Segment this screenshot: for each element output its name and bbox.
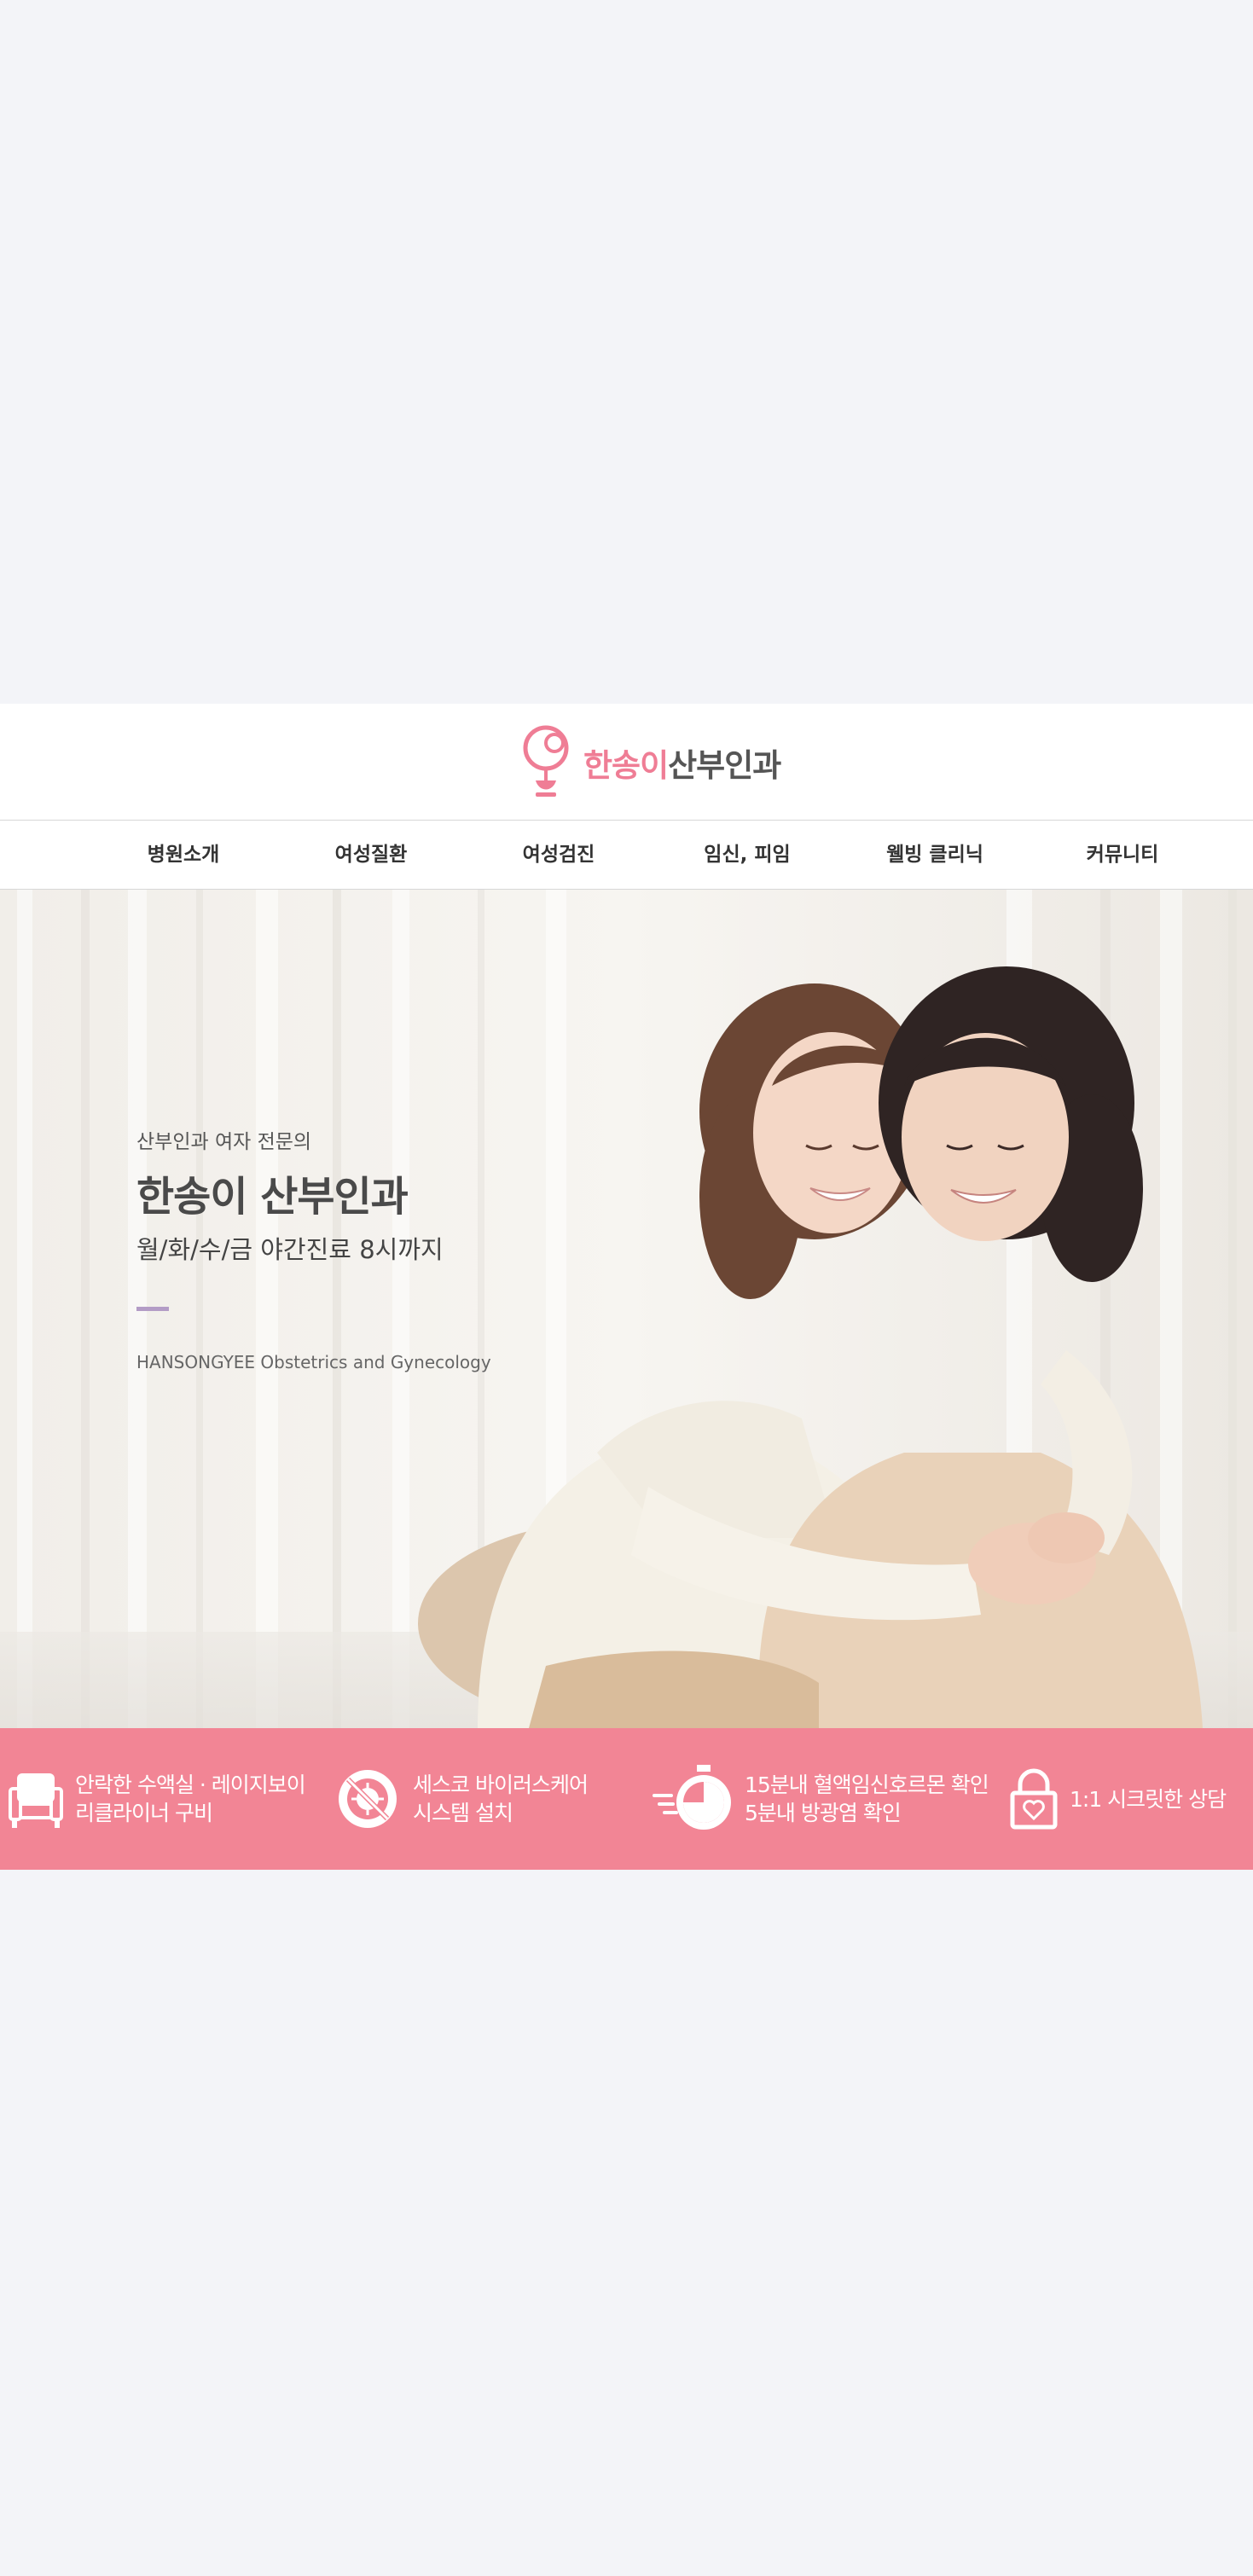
flower-logo-icon: [523, 725, 569, 797]
feature-line1: 안락한 수액실 · 레이지보이: [75, 1772, 306, 1797]
nav-item-pregnancy[interactable]: 임신, 피임: [662, 821, 832, 889]
hero-photo: [0, 890, 1253, 1728]
feature-recliner[interactable]: 안락한 수액실 · 레이지보이 리클라이너 구비: [9, 1728, 306, 1870]
feature-text: 1:1 시크릿한 상담: [1070, 1785, 1227, 1813]
feature-text: 안락한 수액실 · 레이지보이 리클라이너 구비: [75, 1771, 306, 1827]
logo-text-gray: 산부인과: [668, 747, 781, 784]
logo-text-pink: 한송이: [583, 747, 669, 784]
feature-line1: 15분내 혈액임신호르몬 확인: [745, 1772, 989, 1797]
feature-virus-care[interactable]: 세스코 바이러스케어 시스템 설치: [334, 1728, 589, 1870]
hero-banner: 산부인과 여자 전문의 한송이 산부인과 월/화/수/금 야간진료 8시까지 H…: [0, 890, 1253, 1728]
feature-text: 15분내 혈액임신호르몬 확인 5분내 방광염 확인: [745, 1771, 989, 1827]
feature-secret-counsel[interactable]: 1:1 시크릿한 상담: [1010, 1728, 1227, 1870]
hero-title: 한송이 산부인과: [136, 1173, 409, 1221]
feature-line1: 1:1 시크릿한 상담: [1070, 1786, 1227, 1812]
feature-line1: 세스코 바이러스케어: [413, 1772, 589, 1797]
stopwatch-icon: [653, 1765, 731, 1830]
nav-item-female-diseases[interactable]: 여성질환: [286, 821, 456, 889]
main-nav: 병원소개 여성질환 여성검진 임신, 피임 웰빙 클리닉 커뮤니티: [0, 821, 1253, 890]
nav-item-about[interactable]: 병원소개: [98, 821, 269, 889]
hero-divider: [136, 1307, 169, 1311]
armchair-icon: [9, 1773, 63, 1828]
site-header: 한송이산부인과: [0, 704, 1253, 821]
heart-lock-icon: [1010, 1768, 1058, 1830]
hero-english-name: HANSONGYEE Obstetrics and Gynecology: [136, 1352, 491, 1372]
logo-text: 한송이산부인과: [583, 740, 781, 786]
feature-bar: 안락한 수액실 · 레이지보이 리클라이너 구비 세스코 바이러스케어 시스템 …: [0, 1728, 1253, 1870]
hero-subtitle: 산부인과 여자 전문의: [136, 1131, 312, 1153]
feature-fast-tests[interactable]: 15분내 혈액임신호르몬 확인 5분내 방광염 확인: [653, 1728, 989, 1870]
nav-item-female-checkup[interactable]: 여성검진: [473, 821, 644, 889]
no-virus-icon: [339, 1770, 397, 1828]
feature-line2: 시스템 설치: [413, 1801, 513, 1825]
feature-line2: 5분내 방광염 확인: [745, 1801, 902, 1825]
hero-night-hours: 월/화/수/금 야간진료 8시까지: [136, 1235, 444, 1264]
nav-item-community[interactable]: 커뮤니티: [1037, 821, 1208, 889]
page: 한송이산부인과 병원소개 여성질환 여성검진 임신, 피임 웰빙 클리닉 커뮤니…: [0, 0, 1253, 2576]
hospital-logo[interactable]: 한송이산부인과: [520, 724, 781, 801]
feature-line2: 리클라이너 구비: [75, 1801, 213, 1825]
feature-text: 세스코 바이러스케어 시스템 설치: [413, 1771, 589, 1827]
nav-item-wellbeing-clinic[interactable]: 웰빙 클리닉: [850, 821, 1020, 889]
